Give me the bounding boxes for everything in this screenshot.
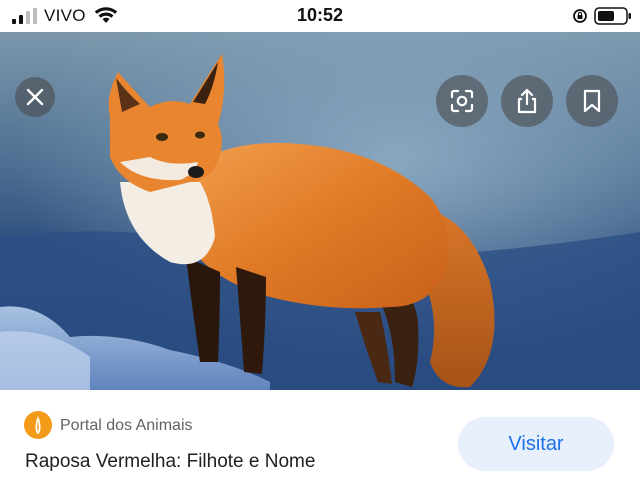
result-info-card: Portal dos Animais Raposa Vermelha: Filh… bbox=[0, 390, 640, 480]
rotation-lock-icon bbox=[573, 9, 587, 23]
share-button[interactable] bbox=[501, 75, 553, 127]
visual-search-button[interactable] bbox=[436, 75, 488, 127]
bookmark-button[interactable] bbox=[566, 75, 618, 127]
battery-icon bbox=[594, 7, 631, 25]
close-icon bbox=[26, 88, 44, 106]
source-favicon-icon bbox=[24, 411, 52, 439]
clock: 10:52 bbox=[296, 5, 344, 25]
share-icon bbox=[517, 88, 537, 114]
bookmark-icon bbox=[583, 89, 601, 113]
visit-button[interactable]: Visitar bbox=[458, 417, 614, 471]
result-title[interactable]: Raposa Vermelha: Filhote e Nome bbox=[25, 451, 315, 473]
close-button[interactable] bbox=[15, 77, 55, 117]
lens-icon bbox=[450, 89, 474, 113]
status-bar: VIVO 10:52 bbox=[0, 0, 640, 32]
image-viewer-screen: VIVO 10:52 Portal dos Animais Raposa Ver… bbox=[0, 0, 640, 480]
fox-photo[interactable] bbox=[0, 32, 640, 390]
source-name[interactable]: Portal dos Animais bbox=[60, 417, 193, 435]
